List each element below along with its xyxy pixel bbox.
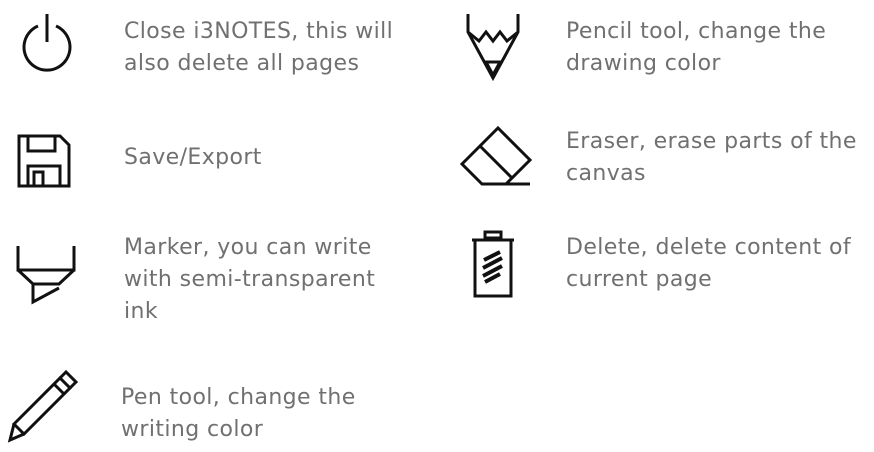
legend-text-close: Close i3NOTES, this will also delete all… — [124, 16, 393, 80]
legend-line: Close i3NOTES, this will — [124, 19, 394, 44]
legend-line: drawing color — [566, 51, 721, 76]
legend-line: Eraser, erase parts of the — [566, 129, 857, 154]
pencil-icon — [466, 14, 520, 82]
eraser-icon — [459, 124, 533, 188]
legend-line: with semi-transparent — [124, 267, 376, 292]
power-icon — [18, 12, 76, 74]
legend-text-delete: Delete, delete content of current page — [566, 232, 851, 296]
legend-text-eraser: Eraser, erase parts of the canvas — [566, 126, 857, 190]
legend-text-marker: Marker, you can write with semi-transpar… — [124, 232, 375, 328]
floppy-save-icon — [17, 134, 71, 188]
legend-line: canvas — [566, 161, 646, 186]
legend-line: also delete all pages — [124, 51, 360, 76]
legend-line: Delete, delete content of — [566, 235, 851, 260]
legend-line: ink — [124, 299, 158, 324]
legend-text-pen: Pen tool, change the writing color — [121, 382, 356, 446]
legend-line: Save/Export — [124, 145, 262, 170]
pen-icon — [7, 369, 79, 443]
marker-icon — [15, 246, 77, 305]
legend-line: Pen tool, change the — [121, 385, 356, 410]
legend-line: Marker, you can write — [124, 235, 372, 260]
legend-line: writing color — [121, 417, 264, 442]
legend-text-save: Save/Export — [124, 142, 262, 174]
legend-line: Pencil tool, change the — [566, 19, 827, 44]
legend-line: current page — [566, 267, 713, 292]
trash-icon — [470, 230, 516, 298]
legend-text-pencil: Pencil tool, change the drawing color — [566, 16, 826, 80]
